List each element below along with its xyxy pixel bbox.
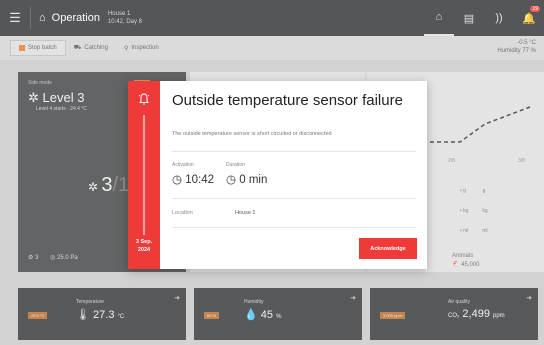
timeline-line <box>143 115 145 235</box>
alarm-stripe: 3 Sep. 2024 <box>128 81 160 269</box>
alarm-date-day: 3 Sep. <box>135 239 153 245</box>
alarm-date: 3 Sep. 2024 <box>128 238 160 254</box>
duration-value: ◷ 0 min <box>226 172 267 186</box>
duration-time: 0 min <box>239 174 268 186</box>
activation-label: Activation <box>172 162 194 168</box>
alarm-description: The outside temperature sensor is short … <box>172 131 332 137</box>
divider <box>172 227 416 228</box>
location-label: Location <box>172 210 193 216</box>
alarm-title: Outside temperature sensor failure <box>172 92 403 109</box>
stopwatch-icon: ◷ <box>226 174 237 186</box>
divider <box>172 151 416 152</box>
alarm-dialog: 3 Sep. 2024 Outside temperature sensor f… <box>128 81 427 269</box>
duration-label: Duration <box>226 162 245 168</box>
clock-icon: ◷ <box>172 174 183 186</box>
alarm-date-year: 2024 <box>137 247 151 253</box>
divider <box>172 198 416 199</box>
activation-value: ◷ 10:42 <box>172 172 214 186</box>
alarm-bell-icon <box>138 93 150 105</box>
location-value: House 1 <box>235 210 256 216</box>
acknowledge-button[interactable]: Acknowledge <box>359 238 417 259</box>
activation-time: 10:42 <box>185 174 215 186</box>
